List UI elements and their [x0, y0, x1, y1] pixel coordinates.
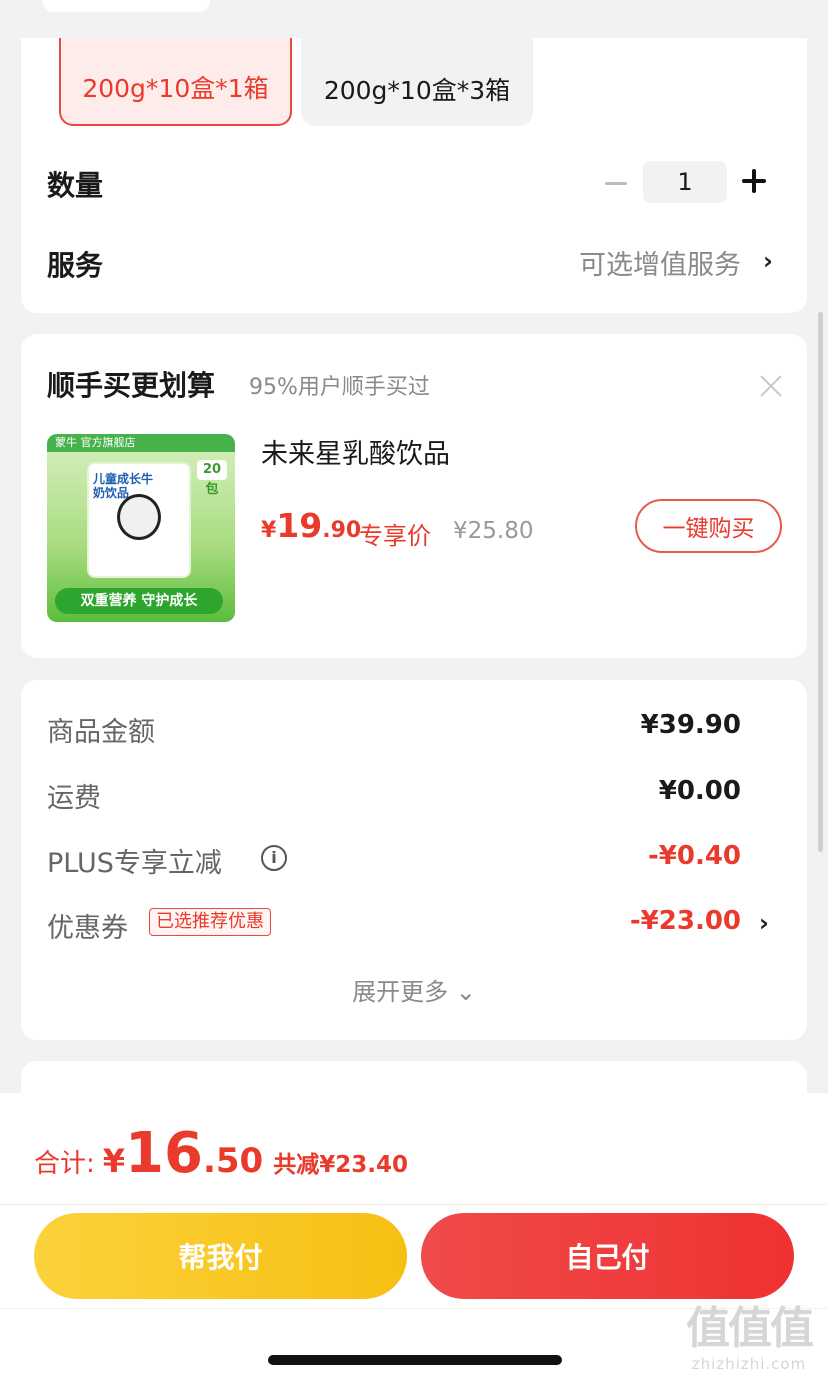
service-value[interactable]: 可选增值服务 — [579, 243, 741, 282]
summary-value: ¥39.90 — [640, 710, 741, 740]
summary-value: -¥0.40 — [647, 841, 741, 871]
bundle-product-name[interactable]: 未来星乳酸饮品 — [261, 432, 450, 471]
thumb-count-badge: 20包 — [197, 460, 227, 497]
divider — [0, 1204, 828, 1205]
checkout-bar: 合计: ¥ 16 .50 共减¥23.40 帮我付 自己付 值值值 zhizhi… — [0, 1093, 828, 1382]
quantity-value[interactable]: 1 — [643, 161, 727, 203]
total-yen: ¥ — [102, 1142, 126, 1180]
spec-option-3-box[interactable]: 200g*10盒*3箱 — [301, 38, 533, 126]
summary-label: 运费 — [47, 783, 101, 814]
spec-option-label: 200g*10盒*1箱 — [82, 74, 269, 103]
watermark-logo: 值值值 — [686, 1303, 814, 1354]
summary-row-coupon[interactable]: 优惠券 已选推荐优惠 -¥23.00 › — [47, 906, 781, 946]
summary-card: 商品金额 ¥39.90 运费 ¥0.00 PLUS专享立减 i -¥0.40 优… — [21, 680, 807, 1040]
thumb-banner: 双重营养 守护成长 — [55, 588, 223, 614]
scrollbar[interactable] — [818, 312, 823, 852]
total-label: 合计: — [34, 1149, 95, 1179]
top-strip — [0, 0, 828, 38]
home-indicator[interactable] — [268, 1355, 562, 1365]
quantity-plus-button[interactable] — [739, 166, 769, 196]
one-click-buy-button[interactable]: 一键购买 — [635, 499, 782, 553]
summary-value: -¥23.00 — [629, 906, 741, 936]
total-row: 合计: ¥ 16 .50 共减¥23.40 — [34, 1121, 408, 1186]
summary-label: 优惠券 — [47, 913, 128, 944]
summary-row-plus: PLUS专享立减 i -¥0.40 — [47, 841, 781, 881]
watermark: 值值值 zhizhizhi.com — [676, 1303, 822, 1373]
total-int: 16 — [125, 1121, 203, 1186]
quantity-minus-button[interactable] — [601, 168, 631, 198]
cow-mascot-icon — [117, 494, 161, 540]
spec-option-label: 200g*10盒*3箱 — [323, 76, 511, 105]
price-int: 19 — [276, 506, 323, 545]
bundle-title: 顺手买更划算 — [47, 369, 216, 402]
top-stub — [42, 0, 210, 12]
thumb-store-label: 蒙牛 官方旗舰店 — [47, 434, 235, 452]
summary-row-shipping: 运费 ¥0.00 — [47, 776, 781, 816]
spec-option-1-box[interactable]: 200g*10盒*1箱 — [59, 38, 292, 126]
help-pay-button[interactable]: 帮我付 — [34, 1213, 407, 1299]
total-saved: 共减¥23.40 — [273, 1152, 408, 1178]
original-price: ¥25.80 — [453, 518, 534, 544]
summary-label: PLUS专享立减 — [47, 848, 222, 879]
bundle-subtitle: 95%用户顺手买过 — [249, 375, 430, 400]
close-icon[interactable] — [759, 374, 783, 398]
total-dec: .50 — [202, 1141, 264, 1181]
summary-value: ¥0.00 — [658, 776, 741, 806]
service-label: 服务 — [47, 249, 104, 282]
watermark-url: zhizhizhi.com — [691, 1355, 807, 1373]
price-tag: 专享价 — [359, 522, 431, 550]
self-pay-button[interactable]: 自己付 — [421, 1213, 794, 1299]
price-dec: .90 — [322, 518, 362, 543]
product-thumbnail[interactable]: 蒙牛 官方旗舰店 儿童成长牛奶饮品 20包 双重营养 守护成长 — [47, 434, 235, 622]
bundle-card: 顺手买更划算 95%用户顺手买过 蒙牛 官方旗舰店 儿童成长牛奶饮品 20包 双… — [21, 334, 807, 658]
price-yen: ¥ — [261, 518, 277, 543]
expand-more-link[interactable]: 展开更多 ⌄ — [21, 972, 807, 1007]
coupon-tag: 已选推荐优惠 — [149, 908, 271, 936]
summary-row-goods: 商品金额 ¥39.90 — [47, 710, 781, 750]
chevron-right-icon[interactable]: › — [763, 248, 783, 274]
bundle-price: ¥ 19 .90 — [261, 506, 361, 545]
info-icon[interactable]: i — [261, 845, 287, 871]
spec-card: 200g*10盒*1箱 200g*10盒*3箱 数量 1 服务 可选增值服务 › — [21, 38, 807, 313]
quantity-label: 数量 — [47, 169, 104, 202]
summary-label: 商品金额 — [47, 717, 155, 748]
chevron-right-icon[interactable]: › — [759, 910, 779, 936]
